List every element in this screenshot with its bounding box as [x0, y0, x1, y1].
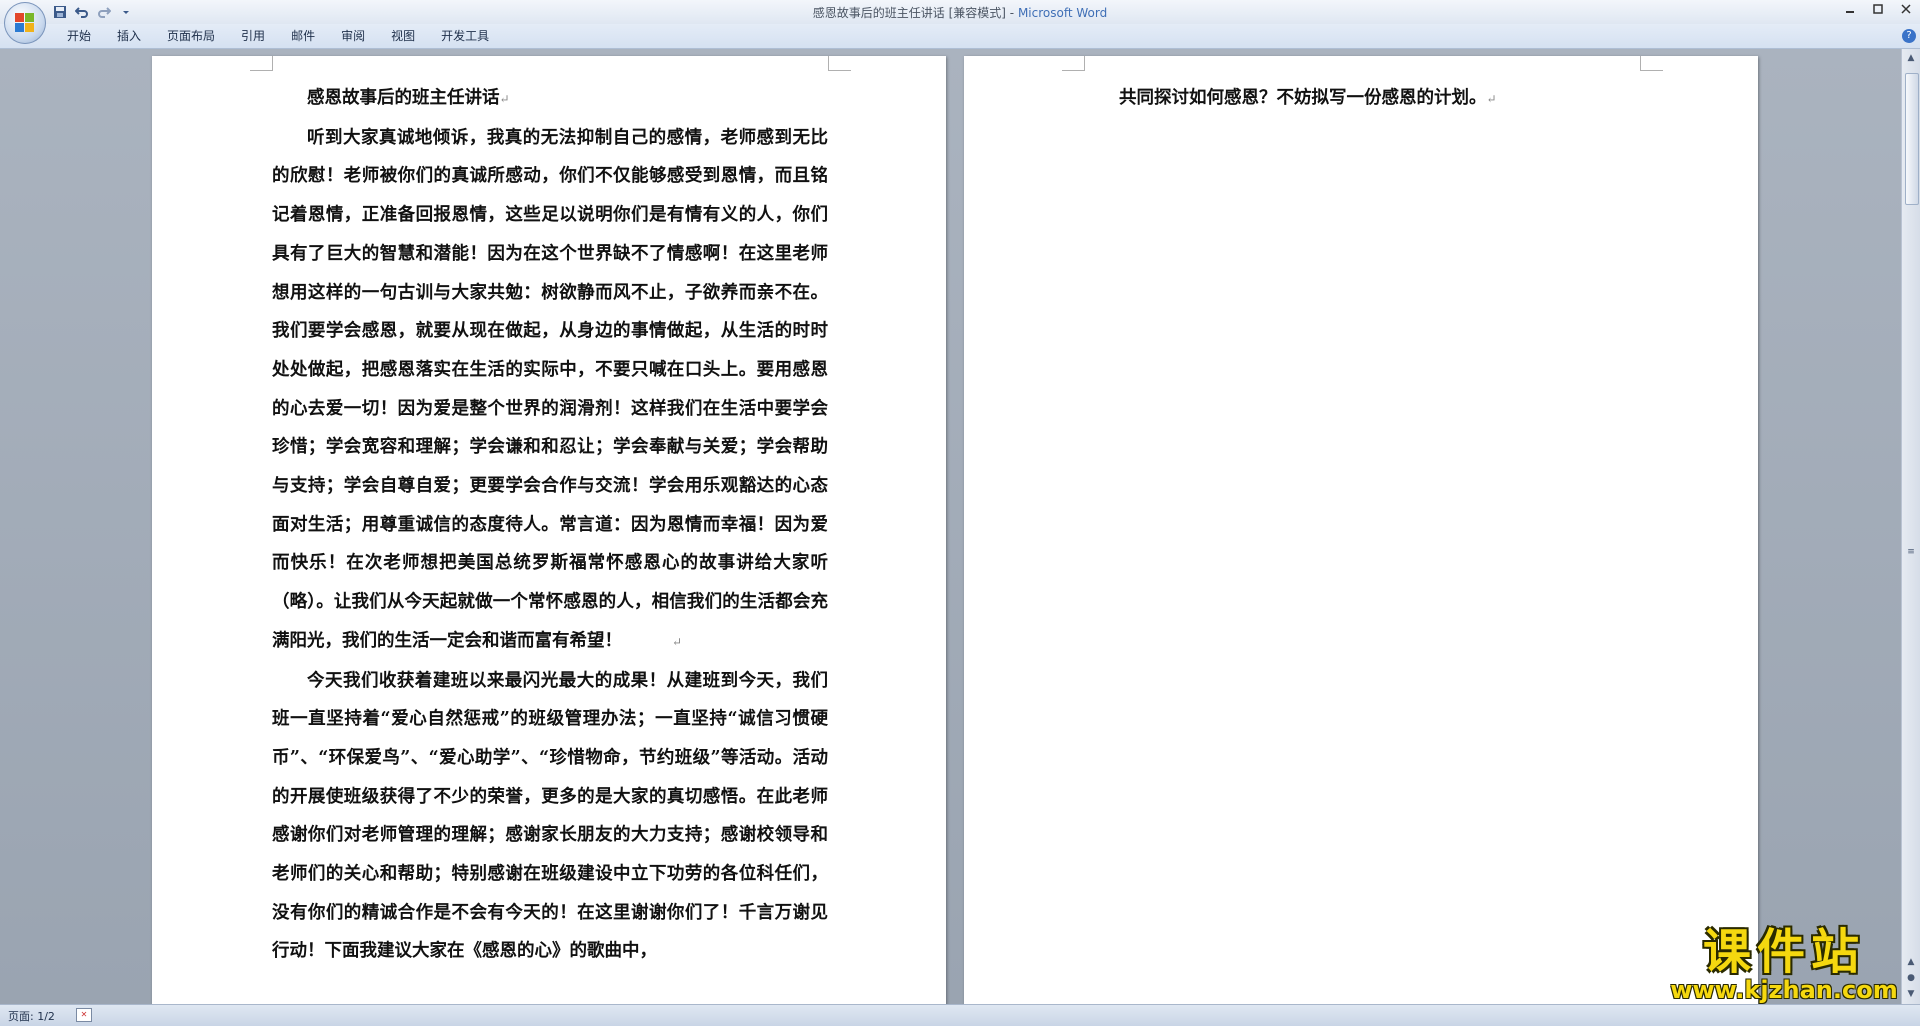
app-name: Microsoft Word [1017, 6, 1108, 20]
office-logo-icon [15, 13, 35, 33]
paragraph-mark: ↵ [499, 92, 510, 106]
window-controls [1836, 0, 1920, 18]
next-page-icon[interactable]: ▼ [1904, 987, 1918, 1001]
page-2-body[interactable]: 共同探讨如何感恩？不妨拟写一份感恩的计划。↵ [1084, 79, 1640, 119]
minimize-button[interactable] [1836, 0, 1864, 18]
paragraph-1: 听到大家真诚地倾诉，我真的无法抑制自己的感情，老师感到无比的欣慰！老师被你们的真… [272, 119, 828, 662]
tab-page-layout[interactable]: 页面布局 [154, 28, 228, 44]
tab-insert[interactable]: 插入 [104, 28, 154, 44]
scroll-grip-icon: ≡ [1907, 547, 1915, 557]
page-1-body[interactable]: 感恩故事后的班主任讲话↵ 听到大家真诚地倾诉，我真的无法抑制自己的感情，老师感到… [272, 79, 828, 971]
paragraph-mark: ↵ [672, 634, 683, 649]
document-name: 感恩故事后的班主任讲话 [兼容模式] [812, 6, 1006, 20]
tab-view[interactable]: 视图 [378, 28, 428, 44]
watermark-title: 课件站 [1702, 924, 1865, 980]
paragraph-2: 今天我们收获着建班以来最闪光最大的成果！从建班到今天，我们班一直坚持着“爱心自然… [272, 670, 828, 962]
close-icon [1901, 4, 1911, 14]
site-watermark: 课件站 www.kjzhan.com [1666, 926, 1902, 1004]
document-page-2[interactable]: 共同探讨如何感恩？不妨拟写一份感恩的计划。↵ [964, 56, 1758, 1004]
scroll-up-arrow-icon[interactable]: ▲ [1904, 51, 1918, 65]
margin-crop-mark [828, 56, 851, 71]
tab-review[interactable]: 审阅 [328, 28, 378, 44]
minimize-icon [1846, 11, 1854, 13]
paragraph-continued-text: 共同探讨如何感恩？不妨拟写一份感恩的计划。 [1119, 88, 1487, 108]
title-bar: 感恩故事后的班主任讲话 [兼容模式] - Microsoft Word [0, 0, 1920, 24]
help-icon[interactable]: ? [1902, 29, 1916, 43]
tab-developer[interactable]: 开发工具 [428, 28, 502, 44]
document-page-1[interactable]: 感恩故事后的班主任讲话↵ 听到大家真诚地倾诉，我真的无法抑制自己的感情，老师感到… [152, 56, 946, 1004]
tab-mailings[interactable]: 邮件 [278, 28, 328, 44]
status-bar: 页面: 1/2 ✕ [0, 1004, 1920, 1026]
select-browse-object-icon[interactable]: ● [1904, 971, 1918, 985]
margin-crop-mark [250, 56, 273, 71]
previous-page-icon[interactable]: ▲ [1904, 955, 1918, 969]
tab-home[interactable]: 开始 [54, 28, 104, 44]
paragraph-mark: ↵ [1486, 92, 1497, 106]
paragraph-continued: 共同探讨如何感恩？不妨拟写一份感恩的计划。↵ [1084, 79, 1640, 119]
tab-references[interactable]: 引用 [228, 28, 278, 44]
scrollbar-thumb[interactable] [1905, 73, 1919, 205]
close-button[interactable] [1892, 0, 1920, 18]
maximize-button[interactable] [1864, 0, 1892, 18]
vertical-scrollbar[interactable]: ▲ ≡ ▲ ● ▼ [1901, 49, 1920, 1004]
page-count[interactable]: 页面: 1/2 [8, 1008, 55, 1024]
paragraph-1-text: 听到大家真诚地倾诉，我真的无法抑制自己的感情，老师感到无比的欣慰！老师被你们的真… [272, 127, 828, 651]
document-title-text: 感恩故事后的班主任讲话 [307, 88, 500, 108]
watermark-url: www.kjzhan.com [1670, 976, 1898, 1004]
window-title: 感恩故事后的班主任讲话 [兼容模式] - Microsoft Word [0, 4, 1920, 21]
document-title: 感恩故事后的班主任讲话↵ [272, 79, 828, 119]
ribbon-tab-row: 开始 插入 页面布局 引用 邮件 审阅 视图 开发工具 ? [0, 24, 1920, 49]
margin-crop-mark [1062, 56, 1085, 71]
proofing-status-icon[interactable]: ✕ [76, 1008, 92, 1022]
maximize-icon [1873, 4, 1883, 14]
margin-crop-mark [1640, 56, 1663, 71]
ribbon-tabs: 开始 插入 页面布局 引用 邮件 审阅 视图 开发工具 [54, 28, 502, 44]
title-separator: - [1005, 6, 1018, 20]
document-workspace[interactable]: 感恩故事后的班主任讲话↵ 听到大家真诚地倾诉，我真的无法抑制自己的感情，老师感到… [0, 49, 1902, 1004]
office-button[interactable] [4, 2, 46, 44]
